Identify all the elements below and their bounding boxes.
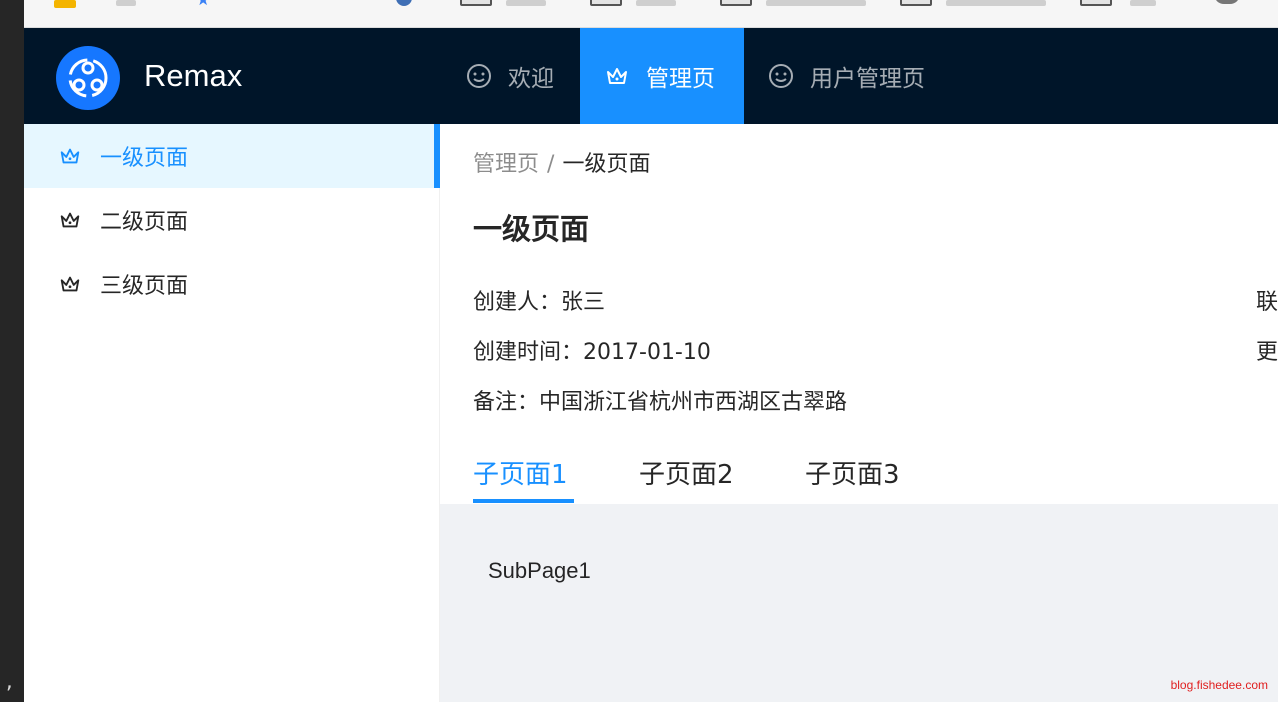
folder-icon[interactable] [1080,0,1112,6]
bookmark-icon[interactable] [54,0,76,8]
sidebar-item-level3[interactable]: 三级页面 [24,252,440,316]
bookmark-item[interactable] [946,0,1046,6]
crown-icon [58,272,82,296]
sidebar-item-level2[interactable]: 二级页面 [24,188,440,252]
folder-icon[interactable] [590,0,622,6]
smile-icon [768,63,794,89]
smile-icon [466,63,492,89]
bookmark-item[interactable] [636,0,676,6]
desc-creator: 创建人：张三 [473,284,605,316]
gear-icon[interactable] [1214,0,1240,4]
crown-icon [58,144,82,168]
app-brand[interactable]: Remax [144,58,242,94]
bookmark-item[interactable] [506,0,546,6]
browser-bookmarks-bar: ★ [24,0,1278,28]
sidebar-item-level1[interactable]: 一级页面 [24,124,440,188]
desc-value: 张三 [561,290,606,315]
sidebar-item-label: 二级页面 [100,210,189,235]
desc-created-time: 创建时间：2017-01-10 [473,334,711,366]
subpage-content: SubPage1 [488,558,591,583]
topnav-label: 管理页 [646,66,715,92]
topnav-label: 用户管理页 [810,66,925,92]
breadcrumb-parent[interactable]: 管理页 [473,152,539,177]
page-title: 一级页面 [473,212,590,246]
sidebar: 一级页面 二级页面 三级页面 [24,124,440,702]
topnav-item-welcome[interactable]: 欢迎 [442,28,578,124]
bookmark-item[interactable] [116,0,136,6]
folder-icon[interactable] [460,0,492,6]
sidebar-item-label: 三级页面 [100,274,189,299]
watermark: blog.fishedee.com [1170,678,1268,692]
tab-subpage3[interactable]: 子页面3 [805,454,900,491]
desc-label: 创建时间： [473,340,584,365]
crown-icon [604,63,630,89]
page-header: 管理页 / 一级页面 一级页面 创建人：张三 创建时间：2017-01-10 备注：… [440,124,1278,504]
bookmark-pin-icon[interactable] [396,0,412,6]
editor-glyph: , [4,672,15,693]
topnav-item-user-admin[interactable]: 用户管理页 [744,28,949,124]
bookmark-item[interactable] [1130,0,1156,6]
app-header: Remax 欢迎 管理页 用户管理页 [24,28,1278,124]
desc-remark: 备注：中国浙江省杭州市西湖区古翠路 [473,384,847,416]
content-area: 管理页 / 一级页面 一级页面 创建人：张三 创建时间：2017-01-10 备注：… [440,124,1278,702]
remax-logo-icon[interactable] [56,46,120,110]
breadcrumb-current: 一级页面 [562,152,651,177]
folder-icon[interactable] [720,0,752,6]
topnav-item-admin[interactable]: 管理页 [580,28,744,124]
editor-strip: , [0,0,24,702]
tab-subpage1[interactable]: 子页面1 [473,454,568,491]
desc-value: 中国浙江省杭州市西湖区古翠路 [539,390,848,415]
breadcrumb: 管理页 / 一级页面 [473,146,650,178]
desc-right-label-contact: 联 [1256,290,1278,315]
tab-ink-bar [473,499,574,503]
bookmark-item[interactable] [766,0,866,6]
logo-graphic [68,58,108,98]
star-icon[interactable]: ★ [196,0,210,9]
tab-subpage2[interactable]: 子页面2 [639,454,734,491]
breadcrumb-separator: / [547,152,555,177]
desc-label: 创建人： [473,290,562,315]
desc-label: 备注： [473,390,540,415]
crown-icon [58,208,82,232]
folder-icon[interactable] [900,0,932,6]
desc-value: 2017-01-10 [583,340,711,365]
topnav-label: 欢迎 [508,66,554,92]
desc-right-label-updated: 更 [1256,340,1278,365]
sidebar-item-label: 一级页面 [100,146,189,171]
